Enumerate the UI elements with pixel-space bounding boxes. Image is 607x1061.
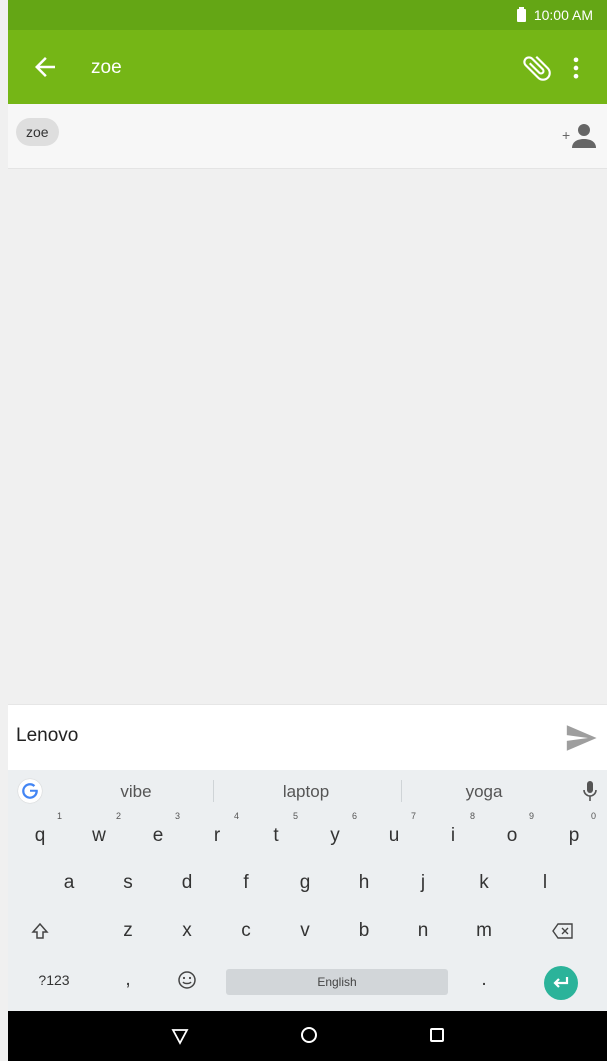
shift-icon <box>31 922 49 939</box>
suggestion-divider <box>401 780 402 802</box>
keyboard: vibe laptop yoga q1 w2 e3 r4 t5 y6 u7 i8… <box>8 770 607 1011</box>
status-time: 10:00 AM <box>533 7 593 23</box>
symbols-key[interactable]: ?123 <box>28 958 80 1002</box>
emoji-key[interactable] <box>161 958 213 1002</box>
period-key[interactable]: . <box>458 958 510 1002</box>
suggestion-2[interactable]: laptop <box>246 782 366 802</box>
key-a[interactable]: a <box>43 861 95 905</box>
nav-back-icon[interactable] <box>170 1026 190 1046</box>
key-s[interactable]: s <box>102 861 154 905</box>
comma-key[interactable]: , <box>102 958 154 1002</box>
app-bar: zoe <box>8 30 607 104</box>
key-g[interactable]: g <box>279 861 331 905</box>
message-input[interactable]: Lenovo <box>16 725 78 747</box>
nav-home-icon[interactable] <box>301 1027 317 1043</box>
key-k[interactable]: k <box>458 861 510 905</box>
key-d[interactable]: d <box>161 861 213 905</box>
enter-key[interactable] <box>544 966 578 1000</box>
enter-icon <box>553 977 569 988</box>
shift-key[interactable] <box>14 909 66 953</box>
key-p[interactable]: p0 <box>548 811 600 858</box>
key-o[interactable]: o9 <box>486 811 538 858</box>
key-r[interactable]: r4 <box>191 811 243 858</box>
key-f[interactable]: f <box>220 861 272 905</box>
key-m[interactable]: m <box>458 909 510 953</box>
attach-icon[interactable] <box>520 51 554 85</box>
more-options-icon[interactable] <box>568 54 584 82</box>
key-w[interactable]: w2 <box>73 811 125 858</box>
add-person-icon[interactable]: + <box>562 122 596 148</box>
svg-text:+: + <box>562 127 570 143</box>
key-b[interactable]: b <box>338 909 390 953</box>
key-v[interactable]: v <box>279 909 331 953</box>
suggestion-1[interactable]: vibe <box>76 782 196 802</box>
key-z[interactable]: z <box>102 909 154 953</box>
status-bar: 10:00 AM <box>8 0 607 30</box>
recipient-chip[interactable]: zoe <box>16 118 59 146</box>
app-frame: 10:00 AM zoe zoe + Lenovo vibe laptop yo… <box>8 0 607 1061</box>
conversation-title: zoe <box>91 57 122 78</box>
backspace-icon <box>552 923 573 939</box>
suggestion-strip: vibe laptop yoga <box>8 770 607 812</box>
key-c[interactable]: c <box>220 909 272 953</box>
key-q[interactable]: q1 <box>14 811 66 858</box>
key-y[interactable]: y6 <box>309 811 361 858</box>
key-j[interactable]: j <box>397 861 449 905</box>
key-e[interactable]: e3 <box>132 811 184 858</box>
backspace-key[interactable] <box>537 909 589 953</box>
compose-bar[interactable]: Lenovo <box>8 704 607 771</box>
conversation-area <box>8 169 607 704</box>
suggestion-3[interactable]: yoga <box>424 782 544 802</box>
nav-recents-icon[interactable] <box>430 1028 444 1042</box>
space-key[interactable]: English <box>226 969 448 995</box>
key-x[interactable]: x <box>161 909 213 953</box>
key-t[interactable]: t5 <box>250 811 302 858</box>
google-icon[interactable] <box>18 779 42 803</box>
key-i[interactable]: i8 <box>427 811 479 858</box>
microphone-icon[interactable] <box>582 780 598 802</box>
navigation-bar <box>8 1011 607 1061</box>
recipients-bar: zoe + <box>8 104 607 169</box>
suggestion-divider <box>213 780 214 802</box>
back-arrow-icon[interactable] <box>30 52 60 82</box>
key-n[interactable]: n <box>397 909 449 953</box>
key-l[interactable]: l <box>519 861 571 905</box>
emoji-icon <box>178 971 196 989</box>
key-u[interactable]: u7 <box>368 811 420 858</box>
send-icon[interactable] <box>564 721 598 755</box>
battery-icon <box>516 6 526 22</box>
key-h[interactable]: h <box>338 861 390 905</box>
